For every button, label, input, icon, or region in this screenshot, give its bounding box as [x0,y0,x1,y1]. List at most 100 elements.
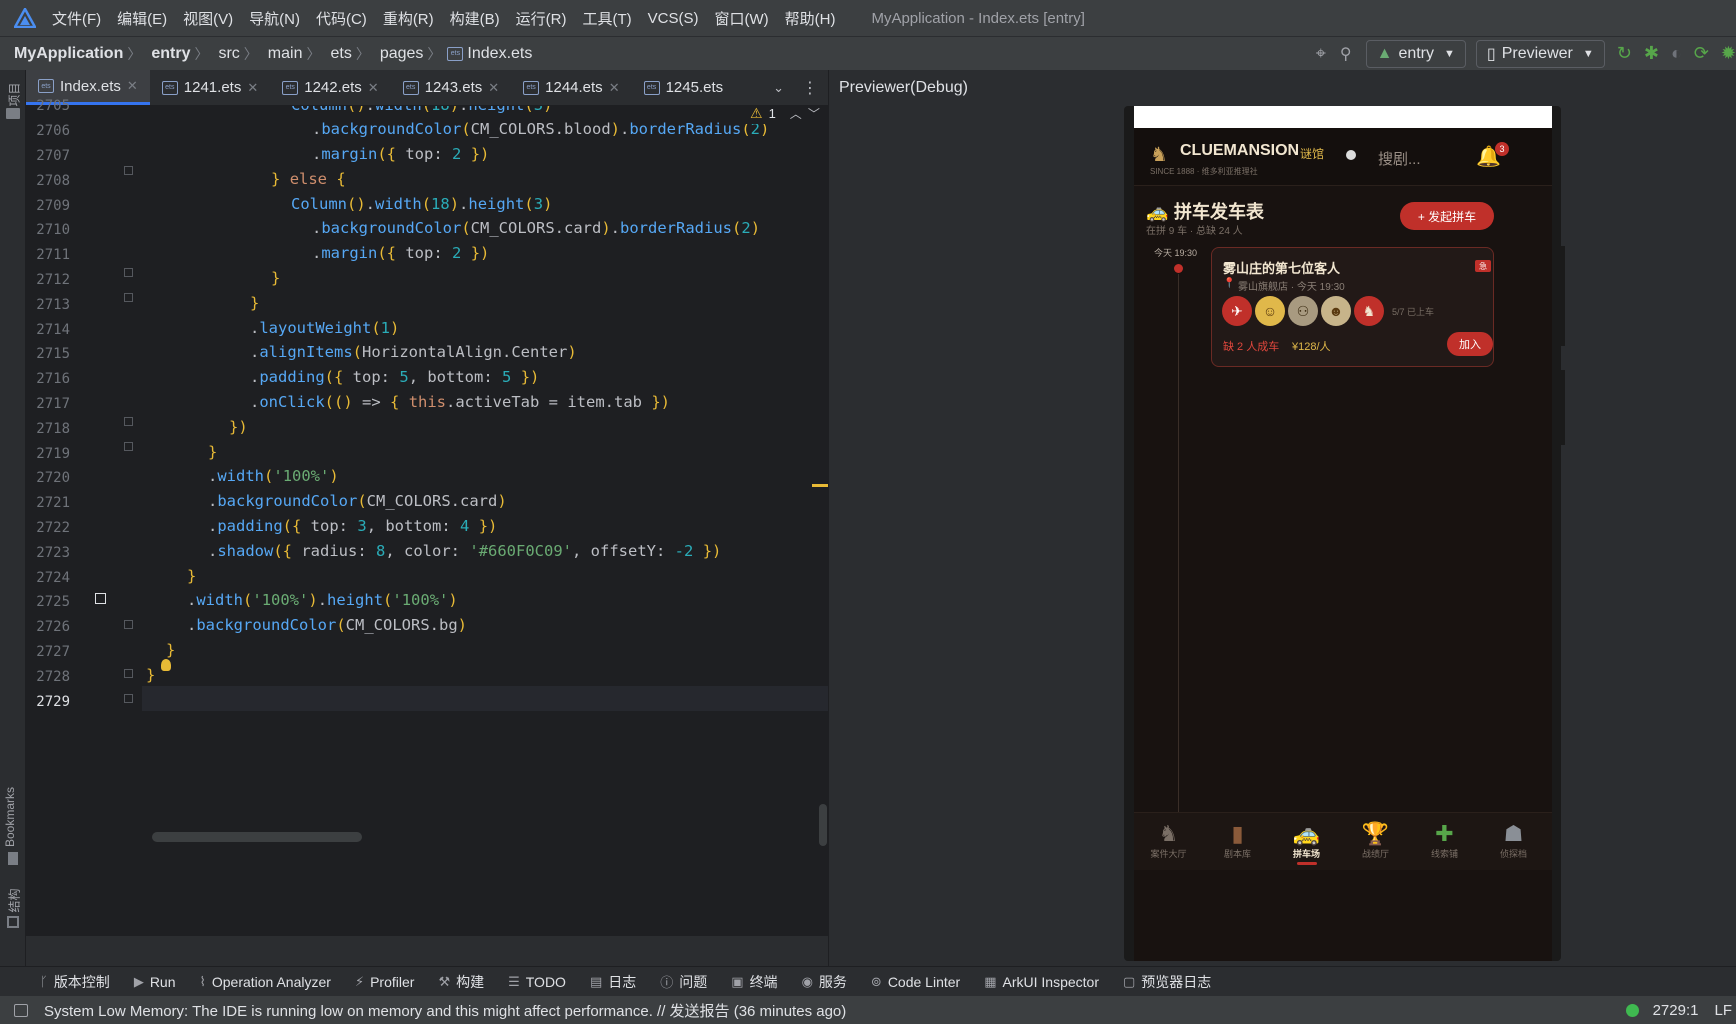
menu-tools[interactable]: 工具(T) [582,8,631,29]
vertical-scrollbar[interactable] [819,804,827,846]
code-editor[interactable]: Column().width(18).height(3) .background… [142,106,828,936]
menu-build[interactable]: 构建(B) [450,8,500,29]
debug-icon[interactable]: ✱ [1644,43,1659,64]
menu-navigate[interactable]: 导航(N) [249,8,300,29]
device-manager-icon[interactable]: ⚲ [1340,44,1352,64]
player-avatar[interactable]: ⚇ [1288,296,1318,326]
run-icon[interactable]: ↻ [1617,43,1632,64]
bookmarks-tool-label[interactable]: Bookmarks [3,787,17,847]
project-tool-label[interactable]: 项目 [6,82,23,106]
tool-build[interactable]: ⚒ 构建 [438,972,484,992]
nav-cases[interactable]: ♞ 案件大厅 [1134,821,1203,870]
line-separator[interactable]: LF [1714,1002,1732,1019]
menu-code[interactable]: 代码(C) [316,8,367,29]
tab-1245-ets[interactable]: ets 1245.ets [632,70,736,105]
target-icon[interactable]: ⌖ [1316,43,1326,64]
linter-icon: ⊚ [870,973,882,989]
close-icon[interactable]: ✕ [368,80,379,96]
search-input[interactable]: 搜剧... [1378,148,1421,169]
horizontal-scrollbar[interactable] [152,832,362,842]
fold-icon[interactable] [124,166,133,175]
structure-tool-label[interactable]: 结构 [6,888,23,912]
module-selector[interactable]: ▲ entry ▼ [1365,39,1466,68]
tool-problems[interactable]: ⓘ 问题 [660,972,707,992]
tool-version-control[interactable]: ᚴ 版本控制 [40,972,110,992]
carpool-card[interactable]: 雾山庄的第七位客人 急 📍 雾山旗舰店 · 今天 19:30 ✈ ☺ ⚇ ☻ ♞… [1211,247,1494,367]
fold-icon[interactable] [124,442,133,451]
breadcrumb-module[interactable]: entry [151,45,190,63]
fold-icon[interactable] [124,293,133,302]
tool-services[interactable]: ◉ 服务 [802,972,847,992]
tab-1244-ets[interactable]: ets 1244.ets ✕ [511,70,631,105]
status-message[interactable]: System Low Memory: The IDE is running lo… [44,1000,846,1021]
tab-1243-ets[interactable]: ets 1243.ets ✕ [391,70,511,105]
player-avatar[interactable]: ☺ [1255,296,1285,326]
attach-debugger-icon[interactable]: ◐ [1671,43,1682,64]
inspection-widget[interactable]: ⚠ 1 ︿ ﹀ [736,106,828,124]
structure-icon[interactable] [7,916,19,928]
nav-records[interactable]: 🏆 战绩厅 [1341,821,1410,870]
menu-file[interactable]: 文件(F) [52,8,101,29]
menu-view[interactable]: 视图(V) [183,8,233,29]
nav-profile[interactable]: ☗ 侦探档 [1479,821,1548,870]
more-icon[interactable]: ⋮ [792,70,828,105]
caret-position[interactable]: 2729:1 [1653,1002,1699,1019]
close-icon[interactable]: ✕ [247,80,258,96]
layout-toggle-icon[interactable] [14,1003,28,1017]
tool-profiler[interactable]: ⚡ Profiler [355,974,415,990]
fold-icon[interactable] [124,669,133,678]
nav-scripts[interactable]: ▮ 剧本库 [1203,821,1272,870]
tool-terminal[interactable]: ▣ 终端 [731,972,777,992]
chevron-up-icon[interactable]: ︿ [790,106,802,122]
tool-todo[interactable]: ☰ TODO [508,974,566,990]
nav-label: 剧本库 [1223,849,1251,859]
menu-edit[interactable]: 编辑(E) [117,8,167,29]
fold-icon[interactable] [124,268,133,277]
join-button[interactable]: 加入 [1447,332,1493,356]
player-avatar[interactable]: ☻ [1321,296,1351,326]
project-folder-icon[interactable] [6,108,20,119]
start-carpool-button[interactable]: + 发起拼车 [1400,202,1494,230]
bug-icon[interactable]: ✹ [1721,43,1736,64]
tab-1241-ets[interactable]: ets 1241.ets ✕ [150,70,270,105]
breadcrumb-ets[interactable]: ets [330,45,351,63]
fold-icon[interactable] [124,417,133,426]
menu-help[interactable]: 帮助(H) [785,8,836,29]
app-logo-icon [12,6,38,29]
nav-clues[interactable]: ✚ 线索铺 [1410,821,1479,870]
menu-window[interactable]: 窗口(W) [714,8,768,29]
fold-icon[interactable] [124,694,133,703]
breadcrumb-src[interactable]: src [218,45,239,63]
tab-1242-ets[interactable]: ets 1242.ets ✕ [270,70,390,105]
tool-code-linter[interactable]: ⊚ Code Linter [871,974,960,990]
breadcrumb-pages[interactable]: pages [380,45,424,63]
close-icon[interactable]: ✕ [127,78,138,94]
breadcrumb-main[interactable]: main [268,45,303,63]
bookmark-icon[interactable] [8,852,18,865]
breakpoint-marker[interactable] [95,593,106,604]
lightbulb-icon[interactable] [161,659,171,671]
player-avatar[interactable]: ✈ [1222,296,1252,326]
tool-previewer-log[interactable]: ▢ 预览器日志 [1123,972,1211,992]
tabs-dropdown-icon[interactable]: ⌄ [765,70,792,105]
tool-run[interactable]: ▶ Run [134,974,176,990]
status-indicator-icon[interactable] [1625,1003,1639,1017]
tool-log[interactable]: ▤ 日志 [590,972,636,992]
breadcrumb-file[interactable]: Index.ets [467,45,532,63]
tool-arkui-inspector[interactable]: ▦ ArkUI Inspector [984,974,1099,990]
close-icon[interactable]: ✕ [488,80,499,96]
search-icon[interactable] [1346,150,1356,160]
menu-vcs[interactable]: VCS(S) [648,10,699,27]
nav-carpool[interactable]: 🚕 拼车场 [1272,821,1341,870]
menu-run[interactable]: 运行(R) [516,8,567,29]
breadcrumb-project[interactable]: MyApplication [14,45,123,63]
tool-operation-analyzer[interactable]: ⌇ Operation Analyzer [200,974,331,990]
chevron-down-icon[interactable]: ﹀ [808,106,820,122]
reload-icon[interactable]: ⟳ [1694,43,1709,64]
menu-refactor[interactable]: 重构(R) [383,8,434,29]
warning-stripe-marker[interactable] [812,484,828,487]
fold-icon[interactable] [124,620,133,629]
previewer-selector[interactable]: ▯ Previewer ▼ [1475,39,1605,68]
close-icon[interactable]: ✕ [609,80,620,96]
player-avatar[interactable]: ♞ [1354,296,1384,326]
